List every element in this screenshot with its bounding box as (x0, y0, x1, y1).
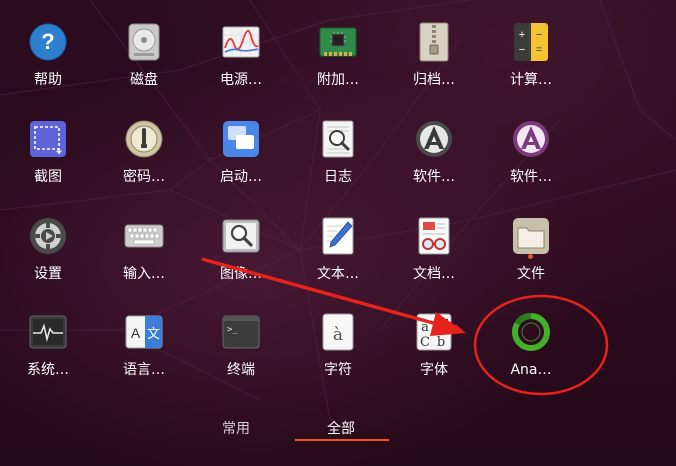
text-editor-icon (322, 217, 354, 255)
app-label: 启动… (220, 169, 262, 185)
app-characters[interactable]: à 字符 (290, 312, 386, 402)
anaconda-navigator-icon (512, 312, 550, 351)
software-center-icon (513, 121, 549, 157)
svg-text:>_: >_ (227, 325, 238, 335)
app-label: 文本… (317, 266, 359, 282)
svg-text:−: − (536, 29, 542, 41)
document-viewer-icon (418, 217, 450, 255)
running-indicator (528, 254, 533, 259)
app-label: 输入… (123, 266, 165, 282)
calculator-icon: + − − = (514, 23, 548, 61)
help-icon: ? (29, 23, 67, 61)
system-monitor-icon (29, 315, 67, 349)
app-label: 软件… (510, 169, 552, 185)
svg-text:C: C (420, 335, 430, 350)
chip-icon (319, 27, 357, 57)
tab-all[interactable]: 全部 (327, 418, 355, 438)
app-additional-drivers[interactable]: 附加… (290, 22, 386, 112)
app-label: 密码… (123, 169, 165, 185)
app-label: 日志 (324, 169, 352, 185)
app-image-viewer[interactable]: 图像… (193, 216, 289, 306)
app-label: 电源… (220, 72, 262, 88)
app-label: 磁盘 (130, 72, 158, 88)
app-label: 帮助 (34, 72, 62, 88)
tab-frequent[interactable]: 常用 (222, 418, 250, 438)
app-input-method[interactable]: 输入… (96, 216, 192, 306)
files-icon (513, 218, 549, 254)
app-calculator[interactable]: + − − = 计算… (483, 22, 579, 112)
app-terminal[interactable]: >_ 终端 (193, 312, 289, 402)
app-grid: ? 帮助 磁盘 电源… 附加… 归档… + − − = 计算… 截图 密码… 启… (0, 0, 676, 400)
app-document-viewer[interactable]: 文档… (386, 216, 482, 306)
power-statistics-icon (222, 26, 260, 58)
app-fonts[interactable]: a b C b 字体 (386, 312, 482, 402)
view-switcher: 常用 全部 (0, 410, 676, 450)
svg-text:b: b (437, 335, 445, 350)
app-label: 字体 (420, 362, 448, 378)
app-passwords-and-keys[interactable]: 密码… (96, 119, 192, 209)
app-label: 截图 (34, 169, 62, 185)
disk-icon (128, 23, 160, 61)
app-settings[interactable]: 设置 (0, 216, 96, 306)
app-system-monitor[interactable]: 系统… (0, 312, 96, 402)
app-label: 附加… (317, 72, 359, 88)
svg-text:文: 文 (147, 327, 160, 342)
app-label: Ana… (510, 362, 552, 378)
app-label: 归档… (413, 72, 455, 88)
app-logs[interactable]: 日志 (290, 119, 386, 209)
app-label: 计算… (510, 72, 552, 88)
app-label: 文件 (517, 266, 545, 282)
terminal-icon: >_ (222, 315, 260, 349)
app-help[interactable]: ? 帮助 (0, 22, 96, 112)
fonts-icon: a b C b (416, 313, 452, 351)
app-label: 文档… (413, 266, 455, 282)
active-tab-indicator (295, 439, 389, 441)
app-label: 系统… (27, 362, 69, 378)
app-files[interactable]: 文件 (483, 216, 579, 306)
svg-text:b: b (437, 319, 445, 333)
logs-icon (322, 120, 354, 158)
app-startup-applications[interactable]: 启动… (193, 119, 289, 209)
app-disks[interactable]: 磁盘 (96, 22, 192, 112)
app-screenshot[interactable]: 截图 (0, 119, 96, 209)
app-software-updater[interactable]: 软件… (386, 119, 482, 209)
keyboard-icon (124, 224, 164, 248)
app-text-editor[interactable]: 文本… (290, 216, 386, 306)
app-language-support[interactable]: A 文 语言… (96, 312, 192, 402)
app-software-center[interactable]: 软件… (483, 119, 579, 209)
app-label: 设置 (34, 266, 62, 282)
screenshot-icon (30, 121, 66, 157)
app-label: 终端 (227, 362, 255, 378)
app-anaconda-navigator[interactable]: Ana… (483, 312, 579, 402)
image-viewer-icon (222, 219, 260, 253)
settings-icon (30, 218, 66, 254)
svg-text:=: = (536, 44, 542, 56)
app-label: 语言… (123, 362, 165, 378)
svg-text:?: ? (41, 29, 54, 54)
software-updater-icon (416, 121, 452, 157)
app-archive-manager[interactable]: 归档… (386, 22, 482, 112)
svg-text:à: à (333, 325, 343, 345)
app-label: 图像… (220, 266, 262, 282)
app-label: 字符 (324, 362, 352, 378)
archive-icon (419, 22, 449, 62)
app-label: 软件… (413, 169, 455, 185)
characters-icon: à (322, 313, 354, 351)
language-icon: A 文 (125, 315, 163, 349)
svg-text:+: + (519, 29, 525, 41)
svg-text:a: a (421, 320, 429, 335)
keyring-icon (125, 120, 163, 158)
svg-text:−: − (519, 44, 525, 56)
app-power-statistics[interactable]: 电源… (193, 22, 289, 112)
startup-icon (223, 121, 259, 157)
svg-text:A: A (131, 325, 141, 341)
